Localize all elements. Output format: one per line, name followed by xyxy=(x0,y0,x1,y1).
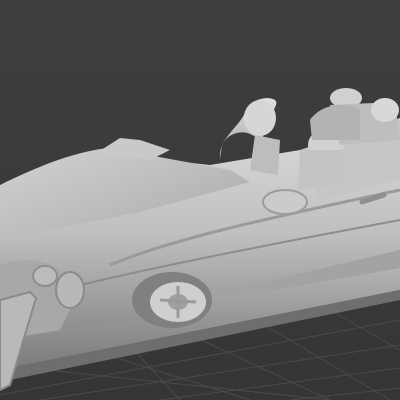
3d-model-render[interactable] xyxy=(0,0,400,400)
car-headlight xyxy=(55,271,85,309)
3d-viewport[interactable] xyxy=(0,0,400,400)
car-front-wheel xyxy=(132,272,212,328)
car-side-mirror xyxy=(262,189,308,215)
